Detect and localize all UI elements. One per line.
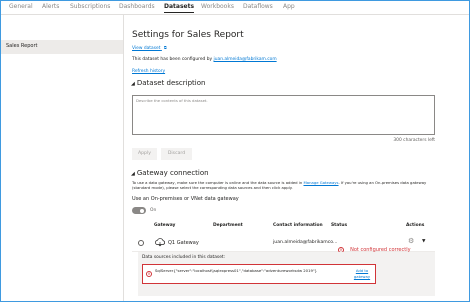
- collapse-caret-icon: ◢: [131, 171, 135, 177]
- col-contact: Contact information: [273, 223, 323, 228]
- sidebar-item-label: Sales Report: [6, 43, 38, 49]
- sidebar-divider: [123, 15, 124, 301]
- datasource-connection-text: SqlServer{"server":"localhost\\sqlexpres…: [155, 268, 318, 273]
- col-gateway: Gateway: [154, 223, 176, 228]
- sidebar-item-sales-report[interactable]: Sales Report: [1, 40, 123, 54]
- page-title: Settings for Sales Report: [132, 30, 244, 40]
- window-frame: General Alerts Subscriptions Dashboards …: [0, 0, 470, 302]
- gateway-info-text: To use a data gateway, make sure the com…: [132, 180, 437, 191]
- char-count: 300 characters left: [393, 138, 435, 143]
- apply-button[interactable]: Apply: [132, 148, 157, 160]
- description-placeholder: Describe the contents of this dataset.: [136, 98, 208, 103]
- col-actions: Actions: [406, 223, 425, 228]
- col-status: Status: [331, 223, 348, 228]
- toggle-knob: [140, 208, 144, 213]
- view-dataset-link[interactable]: View dataset ⧉: [132, 45, 167, 51]
- discard-button[interactable]: Discard: [161, 148, 192, 160]
- cloud-gateway-icon: [155, 238, 165, 247]
- gateway-radio[interactable]: [138, 240, 144, 246]
- description-textarea[interactable]: Describe the contents of this dataset.: [132, 95, 435, 135]
- configured-by-email-link[interactable]: juan.almeida@fabrikam.com: [214, 57, 277, 62]
- tab-general[interactable]: General: [9, 1, 33, 12]
- tab-alerts[interactable]: Alerts: [42, 1, 59, 12]
- view-dataset-label: View dataset: [132, 46, 161, 51]
- gateway-name: Q1 Gateway: [168, 240, 199, 246]
- refresh-history-link[interactable]: Refresh history: [132, 69, 165, 74]
- external-link-icon: ⧉: [163, 45, 167, 50]
- collapse-caret-icon: ◢: [131, 81, 135, 87]
- add-to-gateway-link[interactable]: Add to gateway: [349, 268, 375, 280]
- gear-icon[interactable]: ⚙: [408, 237, 414, 245]
- dataset-description-header[interactable]: ◢ Dataset description: [131, 79, 205, 87]
- configured-by-prefix: This dataset has been configured by: [132, 57, 213, 62]
- dataset-description-heading: Dataset description: [136, 79, 206, 87]
- configured-by-text: This dataset has been configured by juan…: [132, 57, 277, 62]
- gateway-connection-heading: Gateway connection: [136, 169, 209, 177]
- gateway-toggle[interactable]: [132, 207, 146, 214]
- gateway-connection-header[interactable]: ◢ Gateway connection: [131, 169, 209, 177]
- toggle-label: On: [150, 208, 157, 213]
- datasources-panel: Data sources included in this dataset: ×…: [138, 252, 435, 296]
- gateway-row: Q1 Gateway juan.almeida@fabrikamco... × …: [132, 234, 435, 253]
- datasource-item: × SqlServer{"server":"localhost\\sqlexpr…: [142, 264, 376, 284]
- error-icon: ×: [146, 271, 152, 277]
- manage-gateways-link[interactable]: Manage Gateways: [303, 180, 338, 185]
- datasources-label: Data sources included in this dataset:: [142, 255, 226, 260]
- chevron-down-icon[interactable]: ▼: [422, 239, 425, 244]
- col-department: Department: [213, 223, 243, 228]
- settings-panel: Settings for Sales Report View dataset ⧉…: [131, 1, 467, 301]
- tab-subscriptions[interactable]: Subscriptions: [70, 1, 110, 12]
- gateway-info-prefix: To use a data gateway, make sure the com…: [132, 180, 303, 185]
- use-gateway-label: Use an On-premises or VNet data gateway: [132, 196, 239, 202]
- gateway-contact: juan.almeida@fabrikamco...: [273, 240, 338, 245]
